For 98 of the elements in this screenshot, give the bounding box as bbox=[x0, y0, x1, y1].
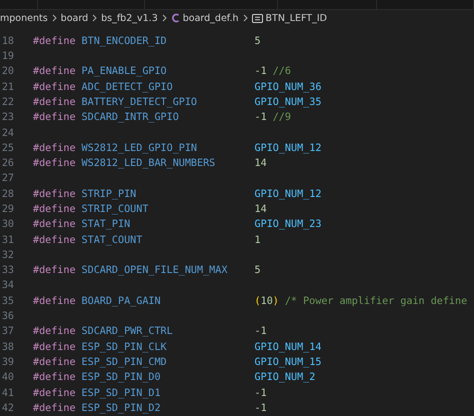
macro-value: 5 bbox=[254, 265, 261, 276]
preprocessor-directive: #define bbox=[33, 142, 76, 154]
macro-value: -1 bbox=[254, 402, 267, 414]
macro-value: GPIO_NUM_35 bbox=[254, 96, 322, 108]
code-comment: /* Power amplifier gain define bbox=[284, 296, 468, 307]
macro-value: 14 bbox=[254, 204, 267, 215]
macro-name: ESP_SD_PIN_CMD bbox=[82, 356, 167, 368]
preprocessor-directive: #define bbox=[33, 326, 76, 338]
macro-value: GPIO_NUM_12 bbox=[254, 142, 322, 154]
preprocessor-directive: #define bbox=[33, 96, 76, 108]
macro-name: BOARD_PA_GAIN bbox=[82, 296, 161, 307]
breadcrumb-item[interactable]: board bbox=[60, 12, 88, 24]
macro-name: ESP_SD_PIN_D1 bbox=[82, 388, 161, 399]
macro-value: GPIO_NUM_2 bbox=[254, 372, 316, 384]
line-number: 39 bbox=[0, 356, 14, 368]
line-number: 33 bbox=[0, 265, 14, 276]
macro-value: GPIO_NUM_23 bbox=[254, 219, 322, 230]
macro-value: -1 bbox=[254, 388, 267, 399]
breadcrumb-item[interactable]: mponents bbox=[0, 12, 48, 24]
code-comment: //6 bbox=[272, 66, 291, 78]
breadcrumb-item[interactable]: bs_fb2_v1.3 bbox=[101, 12, 158, 24]
macro-name: ESP_SD_PIN_D0 bbox=[82, 372, 161, 384]
macro-name: BATTERY_DETECT_GPIO bbox=[82, 96, 198, 108]
c-language-icon bbox=[170, 13, 180, 24]
line-number: 31 bbox=[0, 234, 14, 246]
line-number: 30 bbox=[0, 219, 14, 230]
preprocessor-directive: #define bbox=[33, 372, 76, 384]
macro-name: SDCARD_INTR_GPIO bbox=[82, 112, 179, 124]
macro-value: 10 bbox=[260, 296, 273, 307]
line-number: 29 bbox=[0, 204, 14, 215]
preprocessor-directive: #define bbox=[33, 388, 76, 399]
macro-name: WS2812_LED_BAR_NUMBERS bbox=[82, 158, 216, 170]
macro-name: ADC_DETECT_GPIO bbox=[82, 82, 173, 93]
symbol-icon bbox=[252, 14, 263, 23]
chevron-icon bbox=[50, 14, 58, 22]
macro-name: STAT_COUNT bbox=[82, 234, 142, 246]
line-number: 28 bbox=[0, 188, 14, 200]
macro-name: PA_ENABLE_GPIO bbox=[82, 66, 167, 78]
preprocessor-directive: #define bbox=[33, 188, 76, 200]
macro-value: 5 bbox=[254, 36, 261, 47]
code-comment: //9 bbox=[272, 112, 291, 124]
macro-value: -1 bbox=[254, 66, 267, 78]
chevron-icon bbox=[160, 14, 168, 22]
line-number: 27 bbox=[0, 173, 14, 184]
preprocessor-directive: #define bbox=[33, 219, 76, 230]
macro-name: STAT_PIN bbox=[82, 219, 130, 230]
macro-name: STRIP_COUNT bbox=[82, 204, 148, 215]
macro-value: -1 bbox=[254, 112, 267, 124]
chevron-icon bbox=[91, 14, 98, 22]
line-number: 22 bbox=[0, 96, 14, 108]
line-number: 24 bbox=[0, 128, 14, 138]
line-number: 35 bbox=[0, 296, 14, 307]
macro-value: GPIO_NUM_12 bbox=[254, 188, 322, 200]
preprocessor-directive: #define bbox=[33, 158, 76, 170]
macro-name: BTN_ENCODER_ID bbox=[82, 36, 167, 47]
line-number: 41 bbox=[0, 388, 14, 399]
macro-value: -1 bbox=[254, 326, 267, 338]
preprocessor-directive: #define bbox=[33, 66, 76, 78]
macro-name: ESP_SD_PIN_D2 bbox=[82, 402, 161, 414]
line-number: 25 bbox=[0, 142, 14, 154]
macro-value: 14 bbox=[254, 158, 267, 170]
line-number: 42 bbox=[0, 402, 14, 414]
preprocessor-directive: #define bbox=[33, 234, 76, 246]
macro-value: ( bbox=[254, 296, 261, 307]
macro-name: WS2812_LED_GPIO_PIN bbox=[82, 142, 198, 154]
macro-name: SDCARD_OPEN_FILE_NUM_MAX bbox=[82, 265, 228, 276]
line-number: 40 bbox=[0, 372, 14, 384]
preprocessor-directive: #define bbox=[33, 112, 76, 124]
line-number: 18 bbox=[0, 36, 14, 47]
preprocessor-directive: #define bbox=[33, 356, 76, 368]
line-number: 20 bbox=[0, 66, 14, 78]
preprocessor-directive: #define bbox=[33, 402, 76, 414]
preprocessor-directive: #define bbox=[33, 36, 76, 47]
line-number: 32 bbox=[0, 250, 14, 261]
line-number: 21 bbox=[0, 82, 14, 93]
macro-name: ESP_SD_PIN_CLK bbox=[82, 342, 167, 353]
breadcrumb-item[interactable]: board_def.h bbox=[182, 12, 239, 24]
macro-name: SDCARD_PWR_CTRL bbox=[82, 326, 173, 338]
line-number: 23 bbox=[0, 112, 14, 124]
preprocessor-directive: #define bbox=[33, 296, 76, 307]
preprocessor-directive: #define bbox=[33, 342, 76, 353]
line-number: 36 bbox=[0, 311, 14, 322]
macro-value: GPIO_NUM_36 bbox=[254, 82, 322, 93]
line-number: 34 bbox=[0, 280, 14, 292]
preprocessor-directive: #define bbox=[33, 204, 76, 215]
macro-value: GPIO_NUM_15 bbox=[254, 356, 322, 368]
breadcrumb-item[interactable]: BTN_LEFT_ID bbox=[266, 12, 327, 24]
line-number: 38 bbox=[0, 342, 14, 353]
preprocessor-directive: #define bbox=[33, 82, 76, 93]
line-number: 19 bbox=[0, 51, 14, 62]
macro-value: ) bbox=[272, 296, 279, 307]
macro-value: GPIO_NUM_14 bbox=[254, 342, 322, 353]
chevron-icon bbox=[242, 14, 249, 22]
preprocessor-directive: #define bbox=[33, 265, 76, 276]
macro-value: 1 bbox=[254, 234, 261, 246]
macro-name: STRIP_PIN bbox=[82, 188, 136, 200]
line-number: 37 bbox=[0, 326, 14, 338]
line-number: 26 bbox=[0, 158, 14, 170]
